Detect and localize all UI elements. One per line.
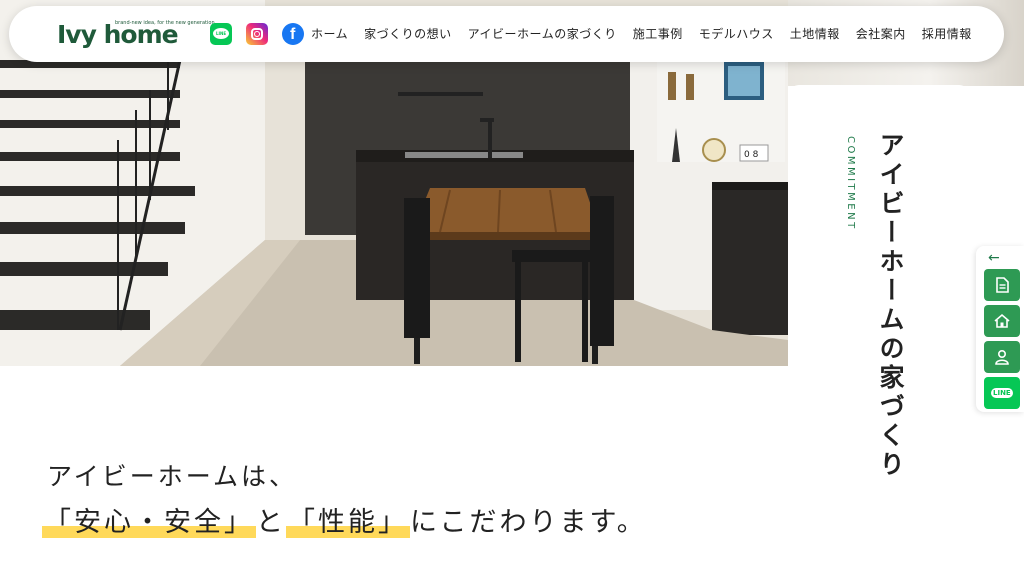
user-icon xyxy=(995,349,1009,365)
highlight-safety: 「安心・安全」 xyxy=(42,507,256,538)
facebook-icon[interactable]: f xyxy=(282,23,304,45)
home-button[interactable] xyxy=(984,305,1020,337)
section-label: COMMITMENT xyxy=(845,136,856,231)
calendar-text: 0 8 xyxy=(744,150,759,160)
document-button[interactable] xyxy=(984,269,1020,301)
nav-land-info[interactable]: 土地情報 xyxy=(790,25,840,42)
line-icon-label: LINE xyxy=(213,28,229,39)
main-nav: ホーム 家づくりの想い アイビーホームの家づくり 施工事例 モデルハウス 土地情… xyxy=(311,25,972,42)
intro-heading: アイビーホームは、 xyxy=(47,462,298,491)
collapse-arrow-icon[interactable]: ← xyxy=(988,250,1000,266)
intro-subheading: 「安心・安全」と「性能」にこだわります。 xyxy=(42,500,647,539)
nav-ivyhome-building[interactable]: アイビーホームの家づくり xyxy=(468,25,617,42)
home-icon xyxy=(994,313,1010,328)
logo-tagline: brand-new idea, for the new generation xyxy=(115,20,215,26)
nav-company[interactable]: 会社案内 xyxy=(856,25,906,42)
document-icon xyxy=(996,277,1009,293)
facebook-icon-label: f xyxy=(290,26,296,43)
nav-home[interactable]: ホーム xyxy=(311,25,348,42)
highlight-performance: 「性能」 xyxy=(286,507,410,538)
instagram-icon[interactable] xyxy=(246,23,268,45)
intro-connector: と xyxy=(256,507,286,538)
nav-recruit[interactable]: 採用情報 xyxy=(922,25,972,42)
user-button[interactable] xyxy=(984,341,1020,373)
page-title: アイビーホームの家づくり xyxy=(876,132,905,480)
intro-ending: にこだわります。 xyxy=(410,507,647,538)
line-icon[interactable]: LINE xyxy=(210,23,232,45)
nav-philosophy[interactable]: 家づくりの想い xyxy=(364,25,452,42)
nav-model-house[interactable]: モデルハウス xyxy=(699,25,774,42)
line-icon: LINE xyxy=(991,388,1013,398)
nav-works[interactable]: 施工事例 xyxy=(633,25,683,42)
line-button[interactable]: LINE xyxy=(984,377,1020,409)
site-header: Ivy home brand-new idea, for the new gen… xyxy=(9,6,1004,62)
